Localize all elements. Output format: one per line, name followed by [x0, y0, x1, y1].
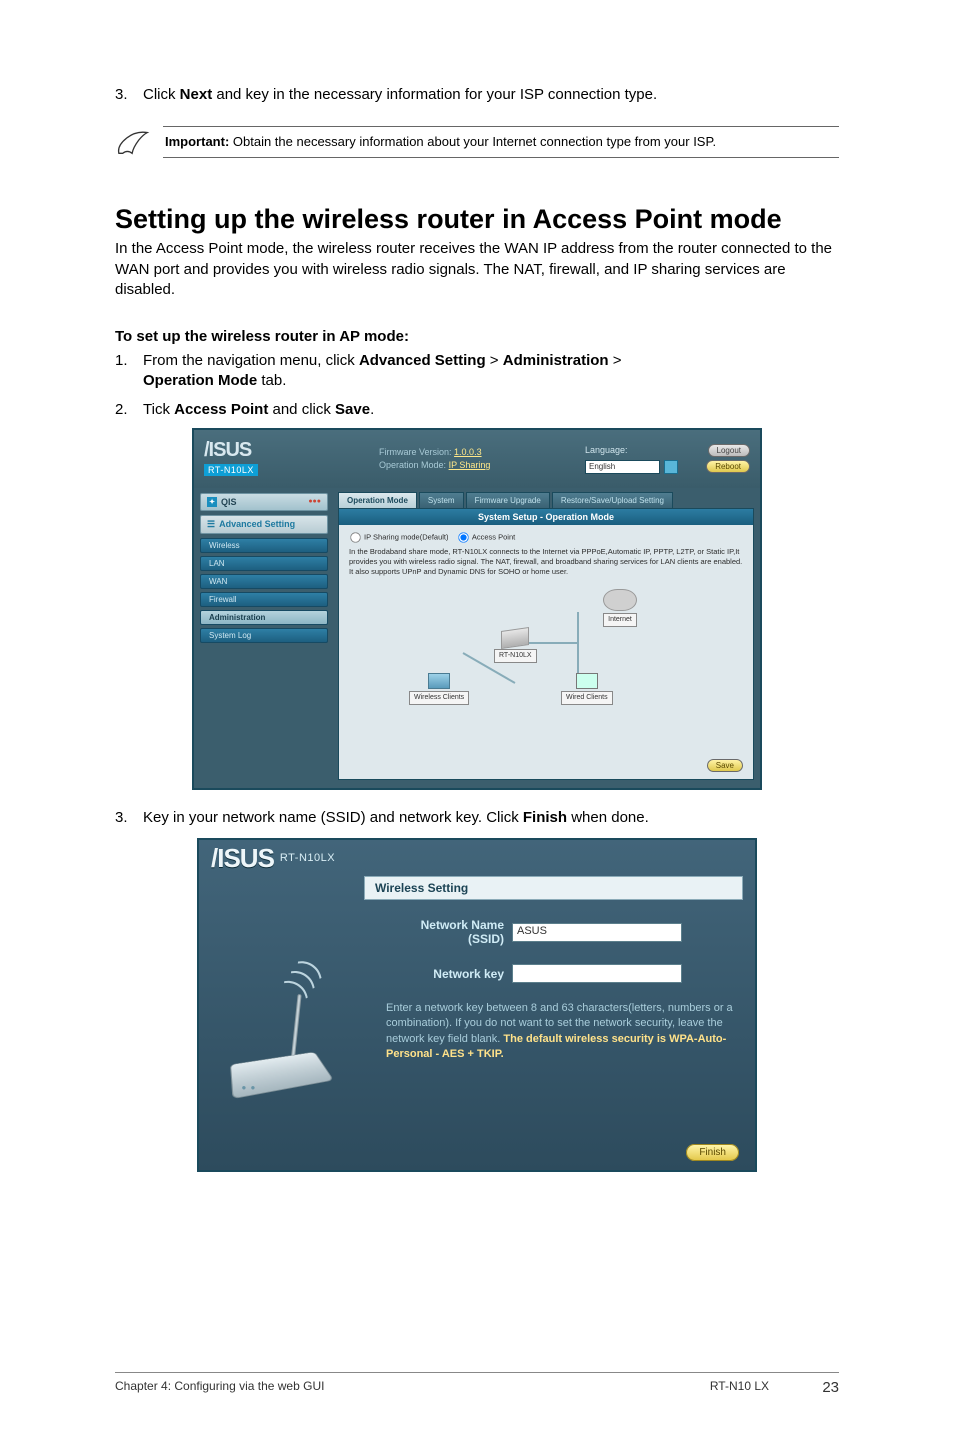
wired-client-icon — [576, 673, 598, 689]
important-text: Obtain the necessary information about y… — [229, 134, 716, 149]
router-illustration: ⌒⌒⌒ ● ● — [222, 966, 342, 1106]
tab-system[interactable]: System — [419, 492, 464, 508]
operation-mode-link[interactable]: IP Sharing — [449, 460, 491, 470]
step3-click-next: 3. Click Next and key in the necessary i… — [115, 85, 839, 105]
sidebar: ✦ QIS ●●● ☰ Advanced Setting Wireless LA… — [194, 488, 334, 788]
section-heading: Setting up the wireless router in Access… — [115, 204, 839, 235]
procedure-heading: To set up the wireless router in AP mode… — [115, 328, 839, 345]
section-intro: In the Access Point mode, the wireless r… — [115, 239, 839, 300]
step-2: 2. Tick Access Point and click Save. — [115, 400, 839, 420]
screenshot-wireless-setting: /ISUS RT-N10LX ⌒⌒⌒ ● ● Wireless Setting … — [197, 838, 757, 1172]
sidebar-item-system-log[interactable]: System Log — [200, 628, 328, 643]
network-key-input[interactable] — [512, 964, 682, 983]
network-key-label: Network key — [364, 967, 504, 981]
gear-icon: ☰ — [207, 519, 215, 530]
important-note: Important: Obtain the necessary informat… — [115, 125, 839, 159]
model-text: RT-N10LX — [280, 852, 335, 864]
logout-button[interactable]: Logout — [708, 444, 750, 457]
asus-logo: /ISUS — [204, 440, 329, 460]
language-select[interactable]: English — [585, 460, 660, 474]
tab-bar: Operation Mode System Firmware Upgrade R… — [338, 492, 754, 508]
mode-description: In the Brodaband share mode, RT-N10LX co… — [349, 547, 743, 577]
radio-ip-sharing[interactable] — [350, 532, 360, 542]
model-tag: RT-N10LX — [204, 464, 258, 476]
sidebar-advanced-setting[interactable]: ☰ Advanced Setting — [200, 515, 328, 534]
footer-chapter: Chapter 4: Configuring via the web GUI — [115, 1379, 649, 1396]
sidebar-item-wan[interactable]: WAN — [200, 574, 328, 589]
sidebar-item-administration[interactable]: Administration — [200, 610, 328, 625]
step-3: 3. Key in your network name (SSID) and n… — [115, 808, 839, 828]
tab-firmware-upgrade[interactable]: Firmware Upgrade — [466, 492, 550, 508]
network-name-label: Network Name (SSID) — [364, 918, 504, 946]
step-1: 1. From the navigation menu, click Advan… — [115, 351, 839, 392]
note-icon — [115, 125, 153, 159]
ssid-input[interactable]: ASUS — [512, 923, 682, 942]
tab-restore-save-upload[interactable]: Restore/Save/Upload Setting — [552, 492, 673, 508]
internet-cloud-icon — [603, 589, 637, 611]
wireless-setting-header: Wireless Setting — [364, 876, 743, 900]
asus-logo: /ISUS — [211, 843, 274, 874]
footer-page-number: 23 — [769, 1379, 839, 1396]
step-number: 3. — [115, 85, 143, 105]
sidebar-item-wireless[interactable]: Wireless — [200, 538, 328, 553]
qis-icon: ✦ — [207, 497, 217, 507]
wireless-client-icon — [428, 673, 450, 689]
firmware-version-link[interactable]: 1.0.0.3 — [454, 447, 482, 457]
sidebar-item-qis[interactable]: ✦ QIS ●●● — [200, 493, 328, 511]
reboot-button[interactable]: Reboot — [706, 460, 750, 473]
save-button[interactable]: Save — [707, 759, 743, 772]
radio-access-point[interactable] — [458, 532, 468, 542]
tab-operation-mode[interactable]: Operation Mode — [338, 492, 417, 508]
router-icon — [501, 627, 529, 649]
sidebar-item-firewall[interactable]: Firewall — [200, 592, 328, 607]
page-footer: Chapter 4: Configuring via the web GUI R… — [115, 1372, 839, 1396]
finish-button[interactable]: Finish — [686, 1144, 739, 1161]
go-icon[interactable] — [664, 460, 678, 474]
panel-title: System Setup - Operation Mode — [339, 509, 753, 525]
network-diagram: Internet RT-N10LX Wireless Clients — [349, 597, 743, 717]
operation-mode-panel: System Setup - Operation Mode IP Sharing… — [338, 508, 754, 780]
screenshot-admin-operation-mode: /ISUS RT-N10LX Firmware Version: 1.0.0.3… — [192, 428, 762, 790]
footer-product: RT-N10 LX — [649, 1379, 769, 1396]
network-key-help: Enter a network key between 8 and 63 cha… — [386, 1001, 743, 1063]
sidebar-item-lan[interactable]: LAN — [200, 556, 328, 571]
important-label: Important: — [165, 134, 229, 149]
